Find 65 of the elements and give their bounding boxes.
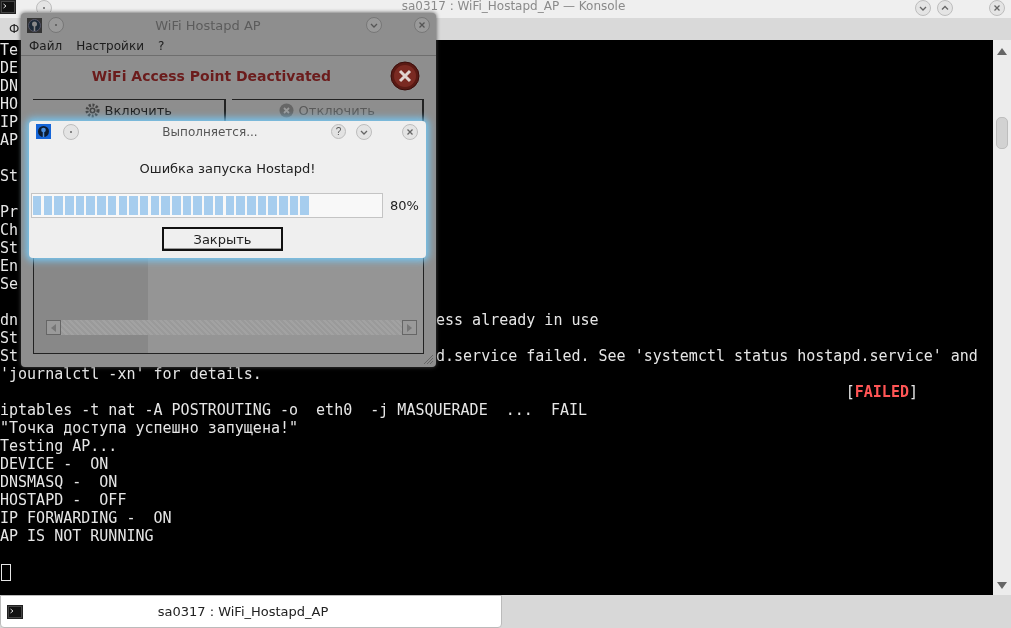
terminal-text: iptables -t nat -A POSTROUTING -o eth0 -j MASQUERADE ... FAIL [0, 401, 587, 419]
up-arrow-icon [997, 48, 1007, 55]
terminal-text: IP FORWARDING - ON [0, 509, 172, 527]
terminal-text: Pr [0, 203, 19, 221]
terminal-text: DEVICE - ON [0, 455, 109, 473]
terminal-text: HO [0, 95, 19, 113]
left-arrow-icon [51, 323, 56, 332]
menu-item[interactable]: Ф [9, 22, 20, 36]
maximize-button[interactable] [937, 0, 953, 16]
pin-button[interactable] [63, 123, 79, 140]
terminal-text: Testing AP... [0, 437, 118, 455]
menu-item[interactable]: Настройки [76, 39, 144, 54]
menu-item[interactable]: Файл [29, 39, 63, 54]
menu-item[interactable]: ? [157, 39, 165, 54]
terminal-text: St [0, 239, 19, 257]
terminal-text: IP [0, 113, 19, 131]
terminal-text: 'journalctl -xn' for details. [0, 365, 262, 383]
close-button[interactable] [402, 123, 418, 140]
pin-button[interactable] [36, 0, 52, 12]
enable-button[interactable]: Включить [33, 99, 226, 122]
close-dialog-button[interactable]: Закрыть [162, 227, 283, 251]
status-tag: [FAILED] [845, 383, 918, 401]
terminal-text: AP IS NOT RUNNING [0, 527, 154, 545]
terminal-text: DNSMASQ - ON [0, 473, 118, 491]
terminal-icon [0, 0, 16, 14]
right-arrow-icon [407, 323, 412, 332]
resize-grip-icon[interactable] [423, 354, 433, 364]
terminal-text: HOSTAPD - OFF [0, 491, 127, 509]
window-title: sa0317 : WiFi_Hostapd_AP — Konsole [400, 0, 627, 13]
terminal-icon [7, 604, 23, 619]
minimize-button[interactable] [366, 17, 382, 34]
terminal-text: Te [0, 41, 19, 59]
terminal-text: Ch [0, 221, 19, 239]
gear-icon [84, 103, 100, 119]
terminal-text: DE [0, 59, 19, 77]
horizontal-scrollbar[interactable] [46, 320, 417, 335]
error-message: Ошибка запуска Hostapd! [139, 161, 316, 176]
terminal-text: St [0, 167, 19, 185]
terminal-text: AP [0, 131, 19, 149]
terminal-text: Se [0, 275, 19, 293]
close-button[interactable] [989, 0, 1005, 16]
terminal-text: d.service failed. See 'systemctl status hostapd.service' and [436, 347, 978, 365]
minimize-button[interactable] [915, 0, 931, 16]
error-icon [390, 61, 420, 92]
taskbar-item[interactable]: sa0317 : WiFi_Hostapd_AP [0, 595, 502, 628]
terminal-text: dn [0, 311, 19, 329]
progress-percent: 80% [390, 198, 419, 213]
terminal-text: ess already in use [436, 311, 599, 329]
window-title: Выполняется... [161, 124, 259, 139]
terminal-text: DN [0, 77, 19, 95]
text-cursor [1, 564, 11, 581]
terminal-text: St [0, 347, 19, 365]
terminal-text: "Точка доступа успешно запущена!" [0, 419, 298, 437]
help-button[interactable]: ? [331, 124, 346, 139]
stop-icon [278, 103, 294, 119]
close-button[interactable] [414, 17, 430, 34]
down-arrow-icon [997, 582, 1007, 589]
minimize-button[interactable] [356, 123, 372, 140]
app-icon [36, 124, 51, 139]
app-icon [27, 17, 42, 33]
terminal-text: St [0, 329, 19, 347]
status-text: WiFi Access Point Deactivated [90, 68, 333, 85]
scroll-thumb[interactable] [996, 117, 1008, 149]
terminal-text: En [0, 257, 19, 275]
pin-button[interactable] [48, 17, 64, 34]
